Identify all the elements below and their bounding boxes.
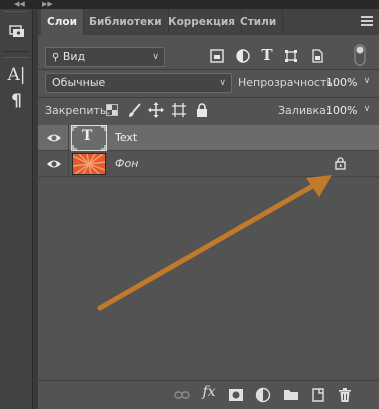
toolbar-divider — [4, 51, 28, 52]
smart-object-filter-icon[interactable] — [309, 49, 325, 65]
layers-list: T Text Фон — [38, 125, 379, 380]
lock-artboard-icon[interactable] — [171, 102, 187, 118]
layers-panel: Слои Библиотеки Коррекция Стили ⚲ Вид ∨ … — [38, 9, 379, 409]
tool-strip: A| ¶ — [0, 9, 33, 409]
drag-grip[interactable] — [4, 57, 29, 60]
fill-value[interactable]: 100% — [326, 104, 357, 117]
divider — [38, 69, 379, 70]
tab-adjustments[interactable]: Коррекция — [162, 9, 242, 35]
link-layers-icon[interactable] — [174, 387, 190, 403]
panel-menu-icon[interactable] — [361, 16, 373, 27]
tab-libraries[interactable]: Библиотеки — [83, 9, 169, 35]
chevron-down-icon[interactable]: ∨ — [361, 104, 373, 114]
delete-layer-trash-icon[interactable] — [337, 387, 353, 403]
lock-all-icon[interactable] — [195, 103, 209, 118]
blend-mode-value: Обычные — [52, 76, 106, 89]
shape-filter-icon[interactable] — [283, 49, 299, 65]
annotation-arrow — [97, 175, 332, 311]
panel-tabs: Слои Библиотеки Коррекция Стили — [38, 9, 379, 35]
chevron-down-icon[interactable]: ∨ — [361, 76, 373, 86]
opacity-value[interactable]: 100% — [326, 76, 357, 89]
lock-pixels-brush-icon[interactable] — [126, 103, 142, 119]
tab-layers[interactable]: Слои — [41, 9, 84, 35]
new-adjustment-layer-icon[interactable] — [255, 387, 271, 403]
collapse-arrows-icon[interactable]: ▶▶ — [42, 1, 53, 8]
layer-style-fx-button[interactable]: fx — [201, 384, 217, 400]
new-layer-icon[interactable] — [310, 387, 326, 403]
type-filter-icon[interactable]: T — [259, 46, 275, 64]
filter-kind-value: Вид — [62, 50, 86, 63]
search-icon: ⚲ — [52, 52, 60, 63]
drag-grip[interactable] — [4, 11, 28, 14]
fill-label: Заливка: — [278, 104, 330, 117]
layer-comps-icon[interactable] — [0, 23, 33, 45]
new-group-folder-icon[interactable] — [283, 387, 299, 403]
paragraph-icon[interactable]: ¶ — [0, 91, 33, 111]
tab-styles[interactable]: Стили — [234, 9, 284, 35]
top-strip: ◀◀ ▶▶ — [0, 0, 379, 9]
divider — [38, 97, 379, 98]
pixel-filter-icon[interactable] — [209, 49, 225, 65]
chevron-down-icon: ∨ — [152, 52, 159, 62]
lock-label: Закрепить: — [45, 104, 111, 117]
adjustment-filter-icon[interactable] — [235, 49, 251, 65]
character-icon[interactable]: A| — [0, 65, 33, 85]
add-mask-icon[interactable] — [228, 387, 244, 403]
filter-kind-select[interactable]: ⚲ Вид ∨ — [45, 47, 165, 67]
lock-transparency-icon[interactable] — [105, 104, 119, 118]
collapse-arrows-icon[interactable]: ◀◀ — [14, 1, 25, 8]
blend-mode-select[interactable]: Обычные ∨ — [45, 73, 232, 93]
layers-bottom-bar: fx — [38, 380, 379, 409]
chevron-down-icon: ∨ — [219, 78, 226, 88]
opacity-label: Непрозрачность: — [238, 76, 337, 89]
lock-position-move-icon[interactable] — [148, 102, 164, 118]
filter-toggle-switch[interactable] — [353, 44, 367, 66]
